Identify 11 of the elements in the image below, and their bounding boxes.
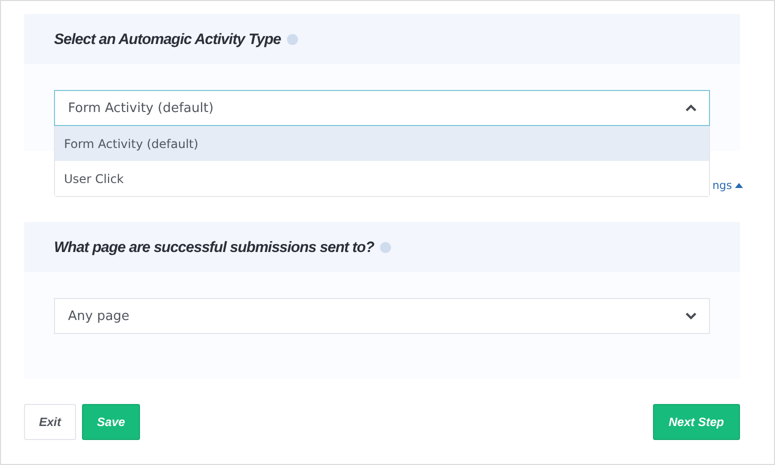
section-title: What page are successful submissions sent to? — [54, 238, 374, 256]
help-icon[interactable] — [380, 242, 392, 252]
help-icon[interactable] — [286, 34, 298, 44]
exit-button[interactable]: Exit — [24, 404, 76, 440]
section-title: Select an Automagic Activity Type — [54, 30, 281, 48]
chevron-up-icon — [685, 104, 697, 112]
chevron-down-icon — [685, 312, 697, 320]
settings-link[interactable]: ngs — [712, 178, 743, 192]
page-select[interactable]: Any page — [54, 298, 710, 334]
activity-type-select[interactable]: Form Activity (default) — [54, 90, 710, 126]
dropdown-option[interactable]: Form Activity (default) — [55, 126, 709, 161]
